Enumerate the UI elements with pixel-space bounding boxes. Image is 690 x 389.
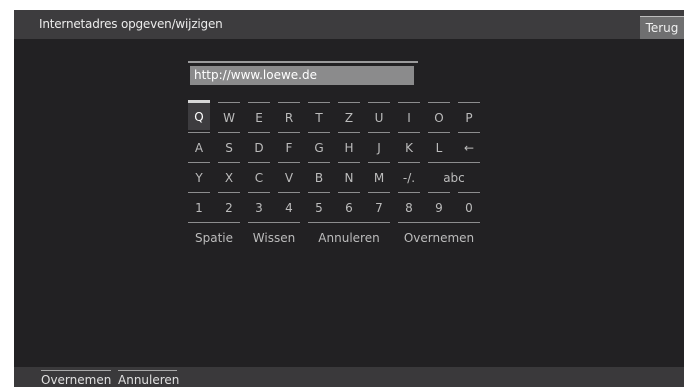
key-0[interactable]: 0 <box>458 192 480 222</box>
lowercase-toggle-key[interactable]: abc <box>428 162 480 192</box>
key-t[interactable]: T <box>308 102 330 132</box>
key-4[interactable]: 4 <box>278 192 300 222</box>
key-b[interactable]: B <box>308 162 330 192</box>
key-m[interactable]: M <box>368 162 390 192</box>
key-v[interactable]: V <box>278 162 300 192</box>
footer-cancel-button[interactable]: Annuleren <box>118 370 179 388</box>
backspace-key[interactable]: ← <box>458 132 480 162</box>
key-o[interactable]: O <box>428 102 450 132</box>
symbols-key[interactable]: -/. <box>398 162 420 192</box>
key-r[interactable]: R <box>278 102 300 132</box>
key-w[interactable]: W <box>218 102 240 132</box>
key-h[interactable]: H <box>338 132 360 162</box>
key-5[interactable]: 5 <box>308 192 330 222</box>
key-j[interactable]: J <box>368 132 390 162</box>
title-bar: Internetadres opgeven/wijzigen Terug <box>14 10 684 39</box>
back-button[interactable]: Terug <box>640 16 684 39</box>
key-1[interactable]: 1 <box>188 192 210 222</box>
key-k[interactable]: K <box>398 132 420 162</box>
key-e[interactable]: E <box>248 102 270 132</box>
key-i[interactable]: I <box>398 102 420 132</box>
key-l[interactable]: L <box>428 132 450 162</box>
space-key[interactable]: Spatie <box>188 222 240 252</box>
key-s[interactable]: S <box>218 132 240 162</box>
key-7[interactable]: 7 <box>368 192 390 222</box>
key-c[interactable]: C <box>248 162 270 192</box>
page-title: Internetadres opgeven/wijzigen <box>39 17 223 31</box>
key-6[interactable]: 6 <box>338 192 360 222</box>
key-f[interactable]: F <box>278 132 300 162</box>
key-q[interactable]: Q <box>188 100 210 130</box>
clear-key[interactable]: Wissen <box>248 222 300 252</box>
footer-bar: Overnemen Annuleren <box>14 367 684 387</box>
key-z[interactable]: Z <box>338 102 360 132</box>
key-y[interactable]: Y <box>188 162 210 192</box>
key-9[interactable]: 9 <box>428 192 450 222</box>
key-a[interactable]: A <box>188 132 210 162</box>
key-n[interactable]: N <box>338 162 360 192</box>
key-8[interactable]: 8 <box>398 192 420 222</box>
key-x[interactable]: X <box>218 162 240 192</box>
key-d[interactable]: D <box>248 132 270 162</box>
cancel-key[interactable]: Annuleren <box>308 222 390 252</box>
key-g[interactable]: G <box>308 132 330 162</box>
key-u[interactable]: U <box>368 102 390 132</box>
key-p[interactable]: P <box>458 102 480 132</box>
key-3[interactable]: 3 <box>248 192 270 222</box>
tv-screen: Internetadres opgeven/wijzigen Terug htt… <box>14 10 684 387</box>
url-input[interactable]: http://www.loewe.de <box>190 66 414 85</box>
accept-key[interactable]: Overnemen <box>398 222 480 252</box>
footer-accept-button[interactable]: Overnemen <box>41 370 111 388</box>
key-2[interactable]: 2 <box>218 192 240 222</box>
url-field-divider <box>188 61 418 63</box>
